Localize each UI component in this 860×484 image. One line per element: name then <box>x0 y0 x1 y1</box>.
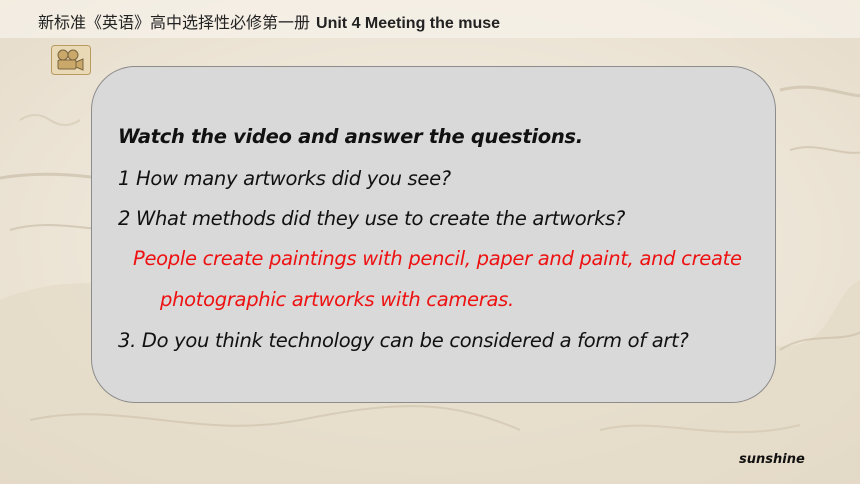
answer-line-2: photographic artworks with cameras. <box>160 288 514 311</box>
page-title: 新标准《英语》高中选择性必修第一册 Unit 4 Meeting the muse <box>38 9 500 33</box>
question-1: 1 How many artworks did you see? <box>118 167 451 190</box>
question-card: Watch the video and answer the questions… <box>91 66 776 403</box>
title-unit: Unit 4 Meeting the muse <box>316 15 501 32</box>
answer-line-1: People create paintings with pencil, pap… <box>133 247 742 270</box>
video-camera-icon[interactable] <box>51 45 91 75</box>
title-chinese: 新标准《英语》高中选择性必修第一册 <box>38 15 311 32</box>
question-3: 3. Do you think technology can be consid… <box>118 329 689 352</box>
footer-brand: sunshine <box>739 452 805 467</box>
card-heading: Watch the video and answer the questions… <box>118 125 583 148</box>
question-2: 2 What methods did they use to create th… <box>118 207 626 230</box>
